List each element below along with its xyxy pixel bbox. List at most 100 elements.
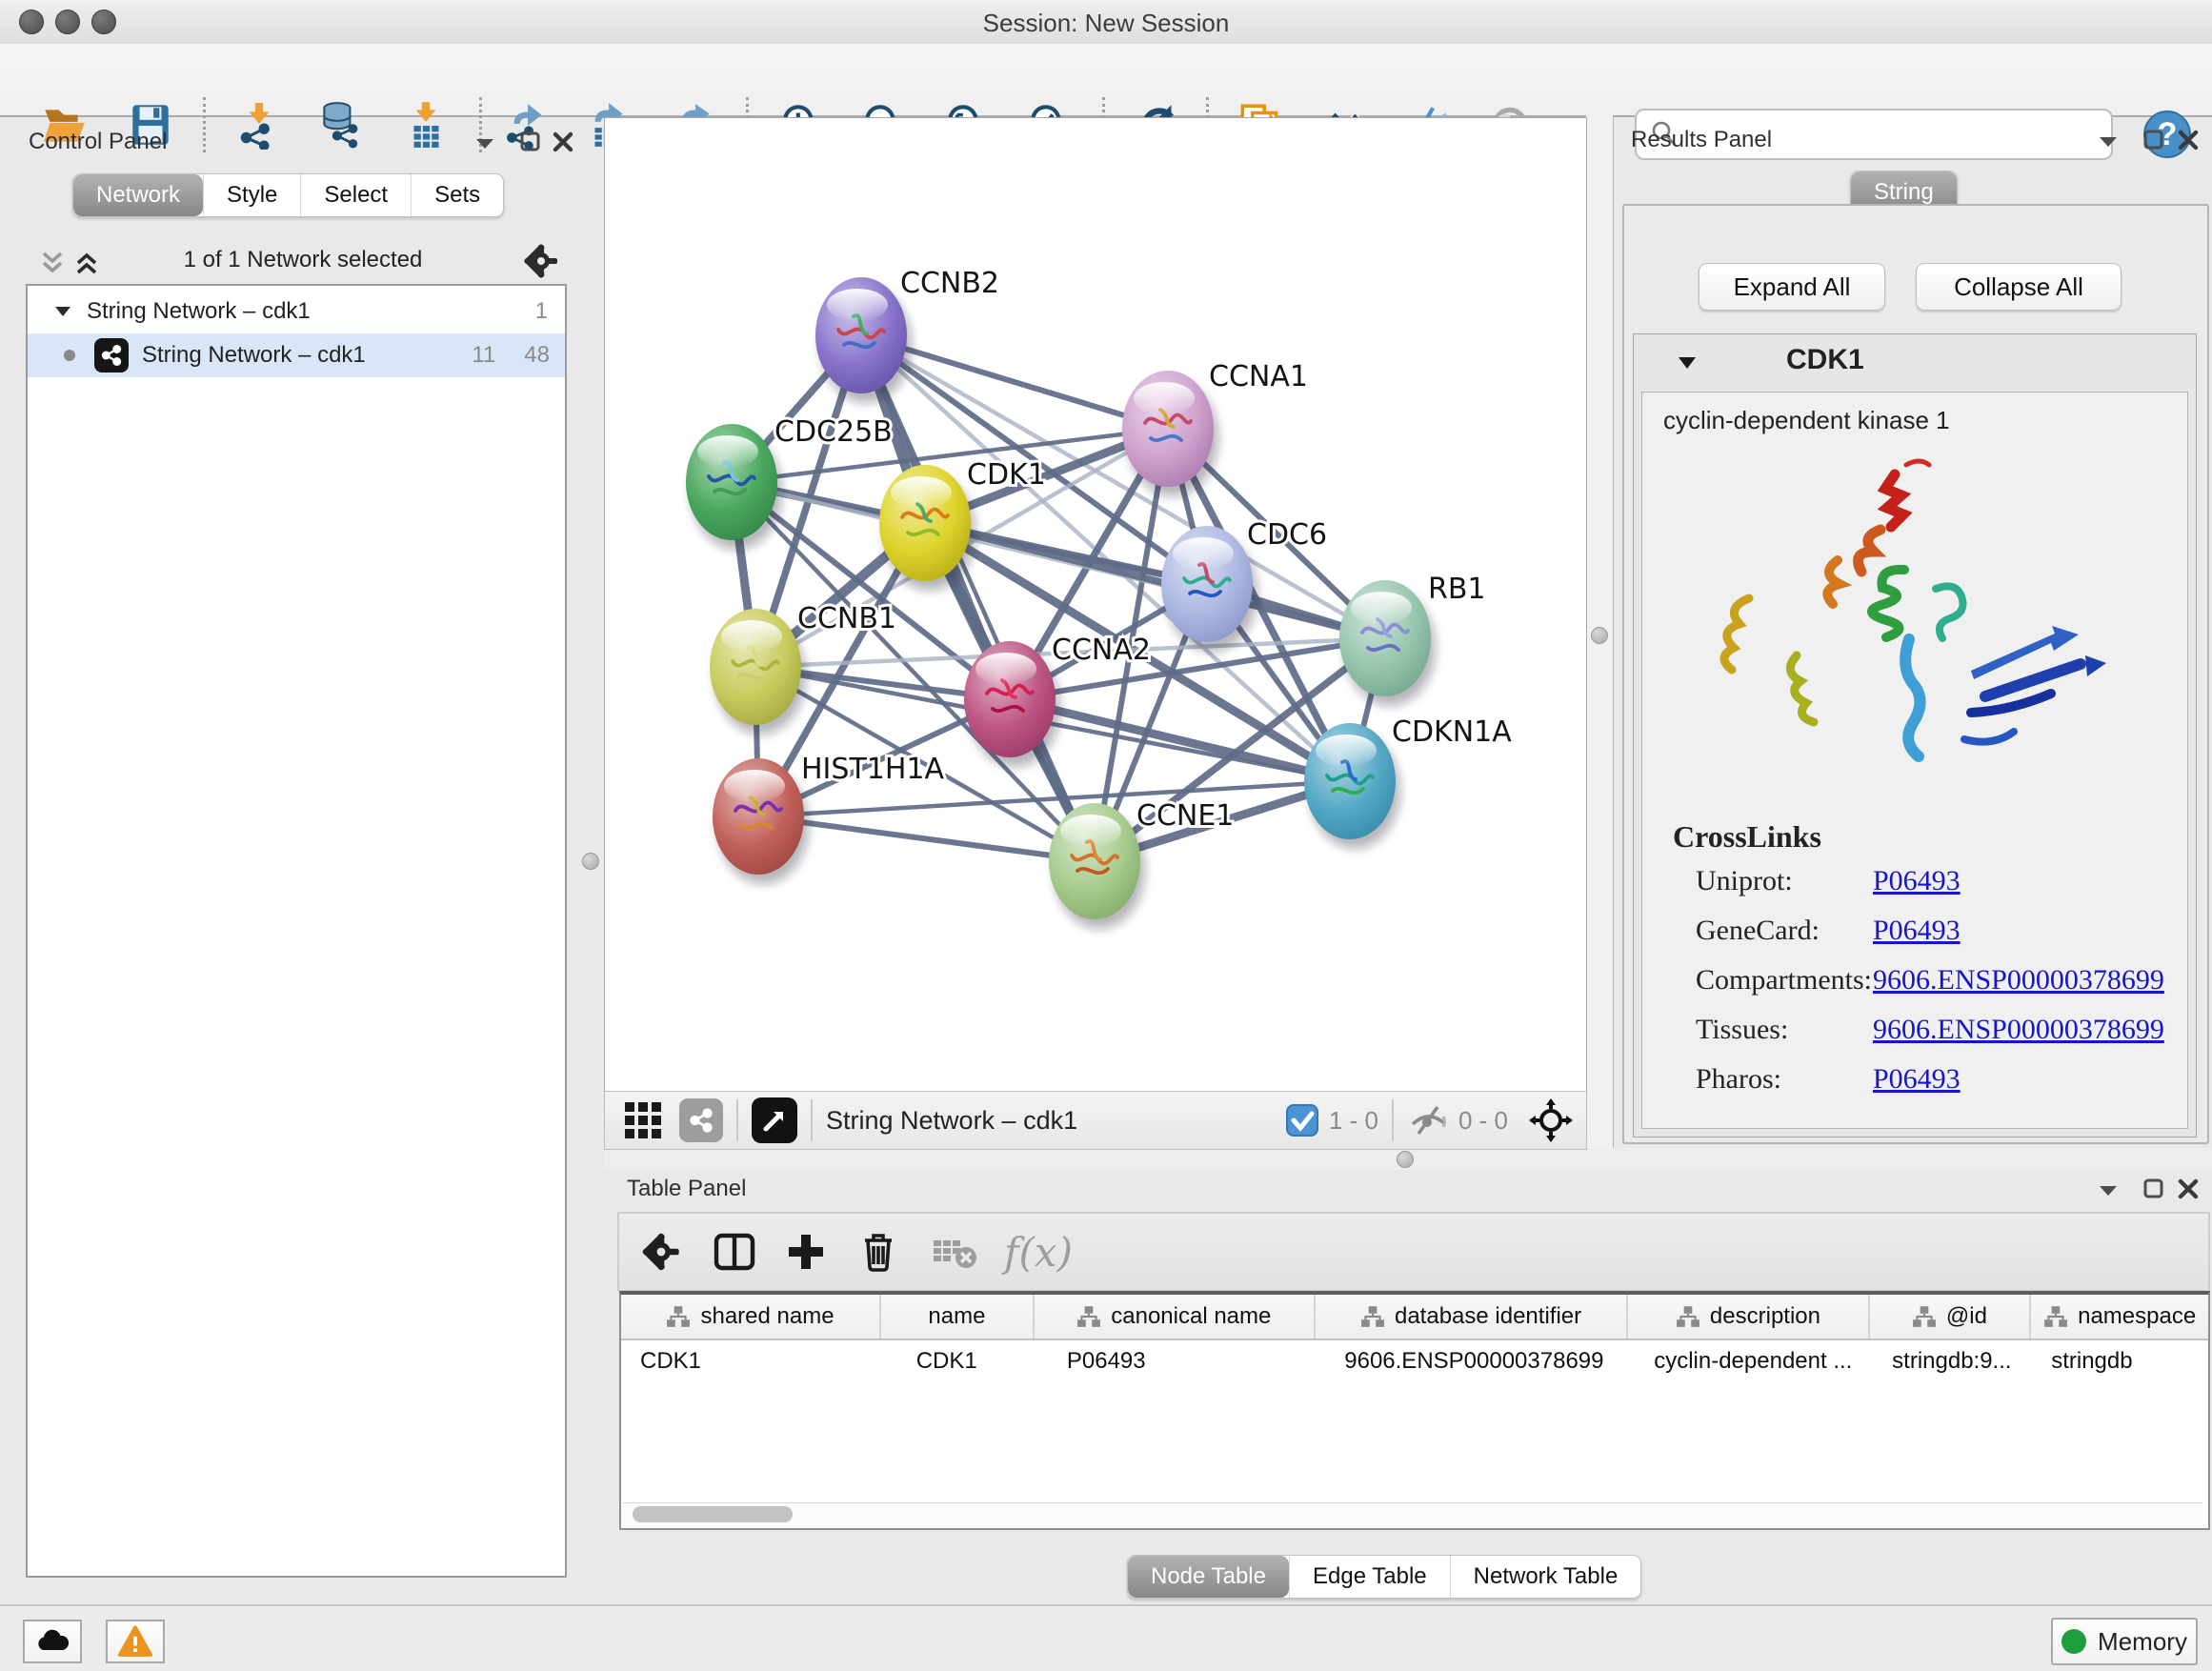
column-header[interactable]: description <box>1628 1295 1869 1339</box>
grid-view-icon[interactable] <box>622 1099 664 1141</box>
expand-all-button[interactable]: Expand All <box>1699 263 1885 311</box>
cloud-status-button[interactable] <box>23 1620 82 1663</box>
table-settings-gear-icon[interactable] <box>640 1231 682 1273</box>
network-view-dot-icon <box>64 350 75 361</box>
crosslink-value-link[interactable]: 9606.ENSP00000378699 <box>1873 1014 2164 1046</box>
network-options-gear-icon[interactable] <box>522 242 560 280</box>
cytoscape-window: Session: New Session <box>0 0 2212 1671</box>
crosslink-value-link[interactable]: 9606.ENSP00000378699 <box>1873 964 2164 997</box>
hidden-count: 0 - 0 <box>1458 1106 1508 1136</box>
column-header[interactable]: @id <box>1870 1295 2032 1339</box>
network-node-CDC6[interactable]: CDC6 <box>1161 518 1327 652</box>
network-node-CCNB1[interactable]: CCNB1 <box>710 602 896 735</box>
node-table: shared name name canonical name database… <box>619 1291 2210 1530</box>
collection-count: 1 <box>535 298 548 325</box>
column-header[interactable]: namespace <box>2031 1295 2208 1339</box>
collapse-all-networks-icon[interactable] <box>38 248 67 278</box>
birds-eye-view-icon[interactable] <box>752 1097 797 1143</box>
collapse-all-button[interactable]: Collapse All <box>1916 263 2122 311</box>
network-view-title: String Network – cdk1 <box>826 1106 1077 1136</box>
float-panel-menu-icon[interactable] <box>2096 131 2124 155</box>
crosslink-value-link[interactable]: P06493 <box>1873 915 1961 947</box>
warnings-button[interactable] <box>106 1620 165 1663</box>
float-panel-icon[interactable] <box>518 131 547 155</box>
float-panel-menu-icon[interactable] <box>473 132 501 157</box>
network-node-CDKN1A[interactable]: CDKN1A <box>1304 715 1512 849</box>
network-node-RB1[interactable]: RB1 <box>1339 573 1486 706</box>
protein-structure-image <box>1680 453 2128 835</box>
network-view-toolbar: String Network – cdk1 1 - 0 0 - 0 <box>604 1091 1587 1150</box>
network-node-CCNB2[interactable]: CCNB2 <box>815 267 999 403</box>
column-header[interactable]: database identifier <box>1316 1295 1629 1339</box>
float-panel-icon[interactable] <box>2142 129 2170 153</box>
warning-icon <box>117 1625 153 1658</box>
right-splitter-handle[interactable] <box>1591 627 1608 644</box>
results-panel-title: Results Panel <box>1631 127 1772 153</box>
show-columns-icon[interactable] <box>713 1231 756 1273</box>
column-header[interactable]: canonical name <box>1035 1295 1316 1339</box>
column-header[interactable]: shared name <box>621 1295 881 1339</box>
tab-sets[interactable]: Sets <box>411 174 503 216</box>
table-selector-tabs: Node Table Edge Table Network Table <box>1127 1555 1641 1599</box>
network-edge[interactable] <box>758 816 1095 861</box>
crosslink-value-link[interactable]: P06493 <box>1873 865 1961 897</box>
close-panel-icon[interactable] <box>551 131 579 155</box>
delete-table-icon-disabled <box>932 1233 979 1271</box>
string-view-icon[interactable] <box>679 1098 723 1142</box>
network-edge-count: 48 <box>524 342 550 369</box>
node-label: RB1 <box>1428 573 1486 606</box>
float-panel-icon[interactable] <box>2142 1178 2170 1202</box>
tab-style[interactable]: Style <box>203 174 300 216</box>
collection-expand-icon[interactable] <box>54 305 71 318</box>
tab-network-table[interactable]: Network Table <box>1450 1556 1641 1598</box>
function-builder-icon-disabled: f(x) <box>1004 1229 1073 1276</box>
network-node-CDK1[interactable]: CDK1 <box>879 458 1046 591</box>
gene-collapse-icon[interactable] <box>1678 355 1697 371</box>
node-label: CDC6 <box>1247 518 1327 552</box>
network-row-selected[interactable]: String Network – cdk1 11 48 <box>28 333 565 377</box>
node-label: HIST1H1A <box>801 753 945 786</box>
tab-edge-table[interactable]: Edge Table <box>1289 1556 1450 1598</box>
close-panel-icon[interactable] <box>2176 129 2204 153</box>
network-node-CCNE1[interactable]: CCNE1 <box>1049 799 1234 929</box>
memory-label: Memory <box>2098 1627 2187 1657</box>
selected-count: 1 - 0 <box>1329 1106 1378 1136</box>
network-selection-status: 1 of 1 Network selected <box>112 247 493 273</box>
toolbar-separator <box>811 1099 813 1141</box>
hidden-eye-icon[interactable] <box>1407 1101 1451 1139</box>
crosslink-row: Uniprot: P06493 <box>1642 865 2187 915</box>
scrollbar-thumb[interactable] <box>633 1506 793 1522</box>
network-canvas[interactable]: CCNB2CCNA1CDC25BCDK1CDC6RB1CCNB1CCNA2CDK… <box>604 117 1587 1092</box>
network-tree: String Network – cdk1 1 String Network –… <box>26 284 567 1578</box>
expand-all-networks-icon[interactable] <box>72 248 101 278</box>
table-header-row: shared name name canonical name database… <box>621 1295 2208 1340</box>
left-splitter-handle[interactable] <box>582 853 599 870</box>
fit-selected-crosshair-icon[interactable] <box>1529 1098 1573 1142</box>
crosslink-row: GeneCard: P06493 <box>1642 915 2187 964</box>
table-row[interactable]: CDK1 CDK1 P06493 9606.ENSP00000378699 cy… <box>621 1340 2208 1382</box>
crosslink-label: Compartments: <box>1696 964 1872 997</box>
tab-node-table[interactable]: Node Table <box>1128 1556 1289 1598</box>
delete-column-icon[interactable] <box>857 1231 899 1273</box>
horizontal-scrollbar[interactable] <box>623 1502 2202 1526</box>
attribute-icon <box>1360 1305 1385 1328</box>
bottom-splitter-handle[interactable] <box>1397 1151 1414 1168</box>
gene-description: cyclin-dependent kinase 1 <box>1663 406 1950 435</box>
table-toolbar: f(x) <box>617 1212 2210 1292</box>
crosslink-row: Compartments: 9606.ENSP00000378699 <box>1642 964 2187 1014</box>
tab-select[interactable]: Select <box>300 174 411 216</box>
crosslink-value-link[interactable]: P06493 <box>1873 1063 1961 1096</box>
toolbar-separator <box>736 1099 738 1141</box>
string-app-icon <box>94 338 129 372</box>
network-node-HIST1H1A[interactable]: HIST1H1A <box>713 753 945 884</box>
memory-button[interactable]: Memory <box>2051 1618 2198 1665</box>
network-collection-row[interactable]: String Network – cdk1 1 <box>28 290 565 333</box>
column-header[interactable]: name <box>881 1295 1035 1339</box>
tab-network[interactable]: Network <box>73 174 203 216</box>
float-panel-menu-icon[interactable] <box>2096 1179 2124 1204</box>
control-panel-title: Control Panel <box>29 129 167 155</box>
node-label: CCNA1 <box>1209 360 1308 393</box>
add-column-icon[interactable] <box>785 1231 827 1273</box>
selected-checkbox-icon[interactable] <box>1285 1103 1319 1137</box>
close-panel-icon[interactable] <box>2176 1178 2204 1202</box>
